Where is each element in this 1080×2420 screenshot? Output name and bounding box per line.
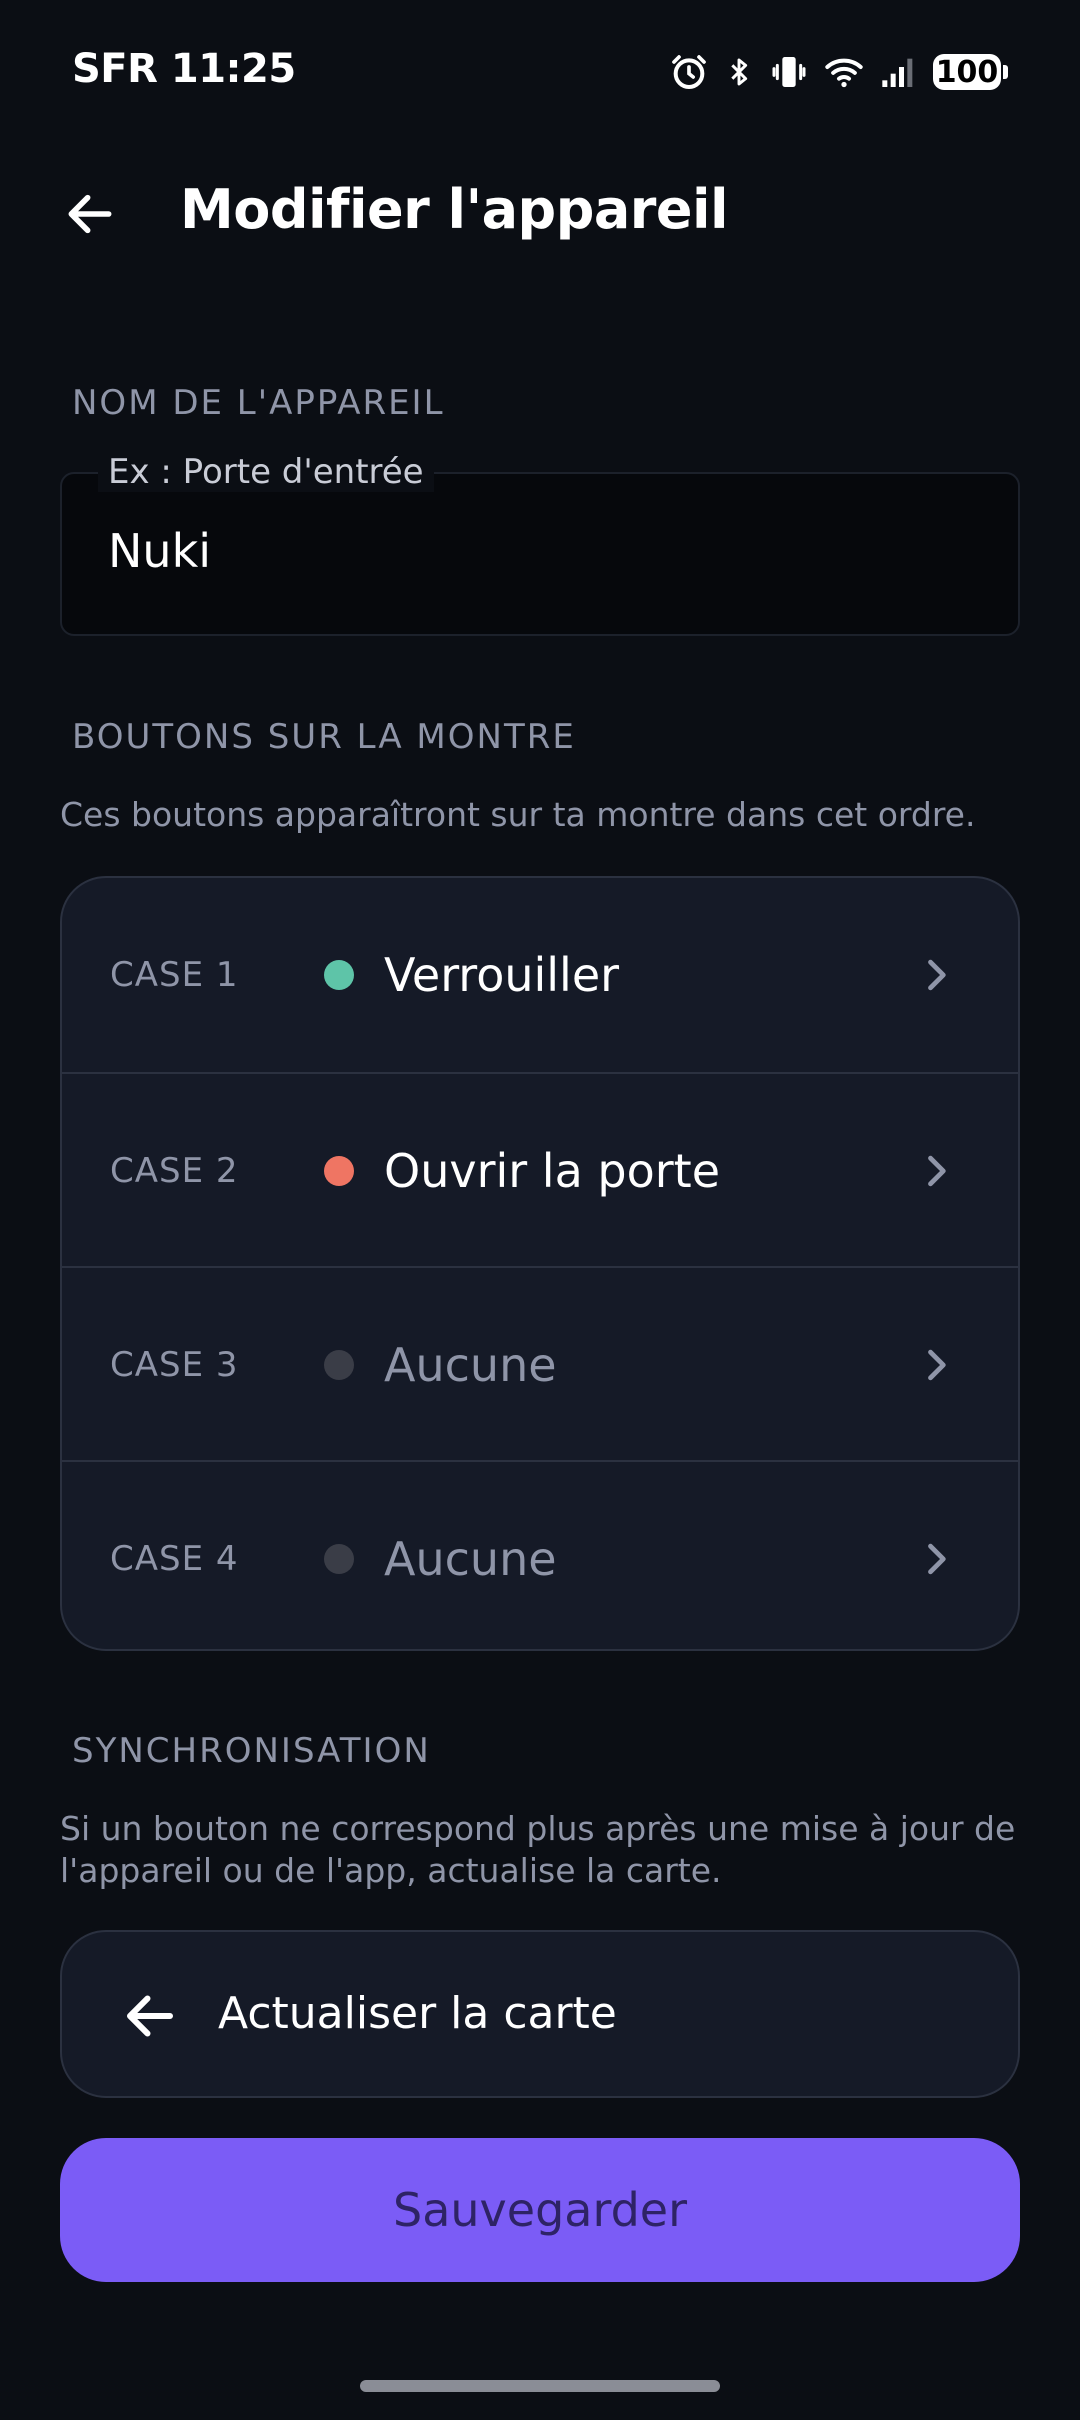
slot-row-1[interactable]: CASE 1 Verrouiller — [62, 878, 1018, 1072]
chevron-right-icon — [928, 1155, 946, 1187]
slot-case-label: CASE 1 — [110, 955, 239, 995]
battery-icon: 100 — [933, 54, 1008, 90]
slot-row-3[interactable]: CASE 3 Aucune — [62, 1266, 1018, 1462]
chevron-right-icon — [928, 1543, 946, 1575]
alarm-icon — [672, 55, 706, 89]
bluetooth-icon — [731, 58, 748, 86]
refresh-card-button[interactable]: Actualiser la carte — [60, 1930, 1020, 2098]
sync-section-label: SYNCHRONISATION — [72, 1731, 431, 1771]
slot-row-4[interactable]: CASE 4 Aucune — [62, 1460, 1018, 1649]
slot-action-label: Verrouiller — [384, 948, 620, 1002]
watch-buttons-helper: Ces boutons apparaîtront sur ta montre d… — [60, 795, 976, 834]
chevron-right-icon — [928, 1349, 946, 1381]
slot-case-label: CASE 4 — [110, 1539, 239, 1579]
battery-level: 100 — [933, 54, 1001, 90]
device-name-placeholder: Ex : Porte d'entrée — [98, 452, 434, 492]
status-carrier-time: SFR 11:25 — [72, 46, 296, 92]
device-name-value[interactable]: Nuki — [108, 524, 211, 578]
slot-case-label: CASE 3 — [110, 1345, 239, 1385]
device-name-section-label: NOM DE L'APPAREIL — [72, 383, 445, 423]
save-button-label: Sauvegarder — [393, 2183, 687, 2237]
arrow-left-icon — [127, 1995, 173, 2037]
page-title: Modifier l'appareil — [180, 178, 729, 241]
status-icons: 100 — [669, 50, 1008, 94]
arrow-left-icon — [68, 194, 112, 234]
vibrate-icon — [772, 57, 806, 87]
home-indicator[interactable] — [360, 2380, 720, 2392]
slot-row-2[interactable]: CASE 2 Ouvrir la porte — [62, 1072, 1018, 1268]
slot-status-dot — [324, 1544, 354, 1574]
slot-status-dot — [324, 960, 354, 990]
slot-action-label: Aucune — [384, 1532, 557, 1586]
slot-status-dot — [324, 1156, 354, 1186]
slot-action-label: Aucune — [384, 1338, 557, 1392]
chevron-right-icon — [928, 959, 946, 991]
refresh-card-label: Actualiser la carte — [218, 1988, 617, 2039]
sync-helper: Si un bouton ne correspond plus après un… — [60, 1809, 1016, 1890]
watch-buttons-section-label: BOUTONS SUR LA MONTRE — [72, 717, 576, 757]
back-button[interactable] — [54, 178, 126, 250]
save-button[interactable]: Sauvegarder — [60, 2138, 1020, 2282]
watch-slots-card: CASE 1 Verrouiller CASE 2 Ouvrir la port… — [60, 876, 1020, 1651]
slot-case-label: CASE 2 — [110, 1151, 239, 1191]
slot-status-dot — [324, 1350, 354, 1380]
wifi-icon — [825, 58, 863, 88]
signal-icon — [882, 58, 913, 87]
slot-action-label: Ouvrir la porte — [384, 1144, 720, 1198]
